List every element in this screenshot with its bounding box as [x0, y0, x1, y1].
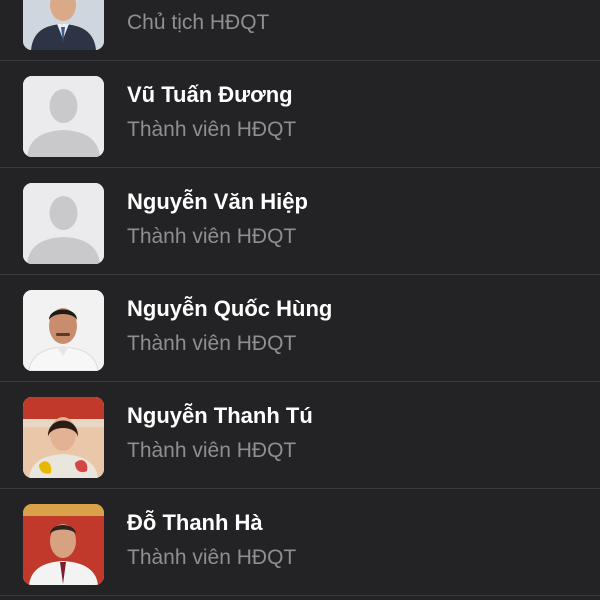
member-row-vu-tuan-duong[interactable]: Vũ Tuấn Đương Thành viên HĐQT [0, 61, 600, 168]
member-role: Thành viên HĐQT [127, 439, 297, 462]
female-portrait-photo-icon [23, 397, 104, 478]
member-role: Thành viên HĐQT [127, 225, 297, 248]
avatar [23, 290, 104, 371]
avatar [23, 504, 104, 585]
member-name: Vũ Tuấn Đương [127, 82, 293, 107]
member-row-nguyen-van-hiep[interactable]: Nguyễn Văn Hiệp Thành viên HĐQT [0, 168, 600, 275]
member-row-chairman[interactable]: Chủ tịch HĐQT [0, 0, 600, 61]
chairman-photo-icon [23, 0, 104, 50]
member-role: Thành viên HĐQT [127, 118, 297, 141]
member-row-do-thanh-ha[interactable]: Đỗ Thanh Hà Thành viên HĐQT [0, 489, 600, 596]
avatar [23, 76, 104, 157]
member-row-nguyen-thanh-tu[interactable]: Nguyễn Thanh Tú Thành viên HĐQT [0, 382, 600, 489]
avatar [23, 0, 104, 50]
male-portrait-photo-icon [23, 290, 104, 371]
placeholder-person-icon [23, 183, 104, 264]
board-members-list: Chủ tịch HĐQT Vũ Tuấn Đương Thành viên H… [0, 0, 600, 600]
member-row-nguyen-quoc-hung[interactable]: Nguyễn Quốc Hùng Thành viên HĐQT [0, 275, 600, 382]
avatar [23, 183, 104, 264]
member-name: Nguyễn Thanh Tú [127, 403, 313, 428]
avatar [23, 397, 104, 478]
member-name: Đỗ Thanh Hà [127, 510, 263, 535]
member-name: Nguyễn Quốc Hùng [127, 296, 333, 321]
member-role: Thành viên HĐQT [127, 546, 297, 569]
member-role: Chủ tịch HĐQT [127, 11, 270, 34]
male-portrait-photo-icon [23, 504, 104, 585]
member-role: Thành viên HĐQT [127, 332, 297, 355]
placeholder-person-icon [23, 76, 104, 157]
member-name: Nguyễn Văn Hiệp [127, 189, 308, 214]
